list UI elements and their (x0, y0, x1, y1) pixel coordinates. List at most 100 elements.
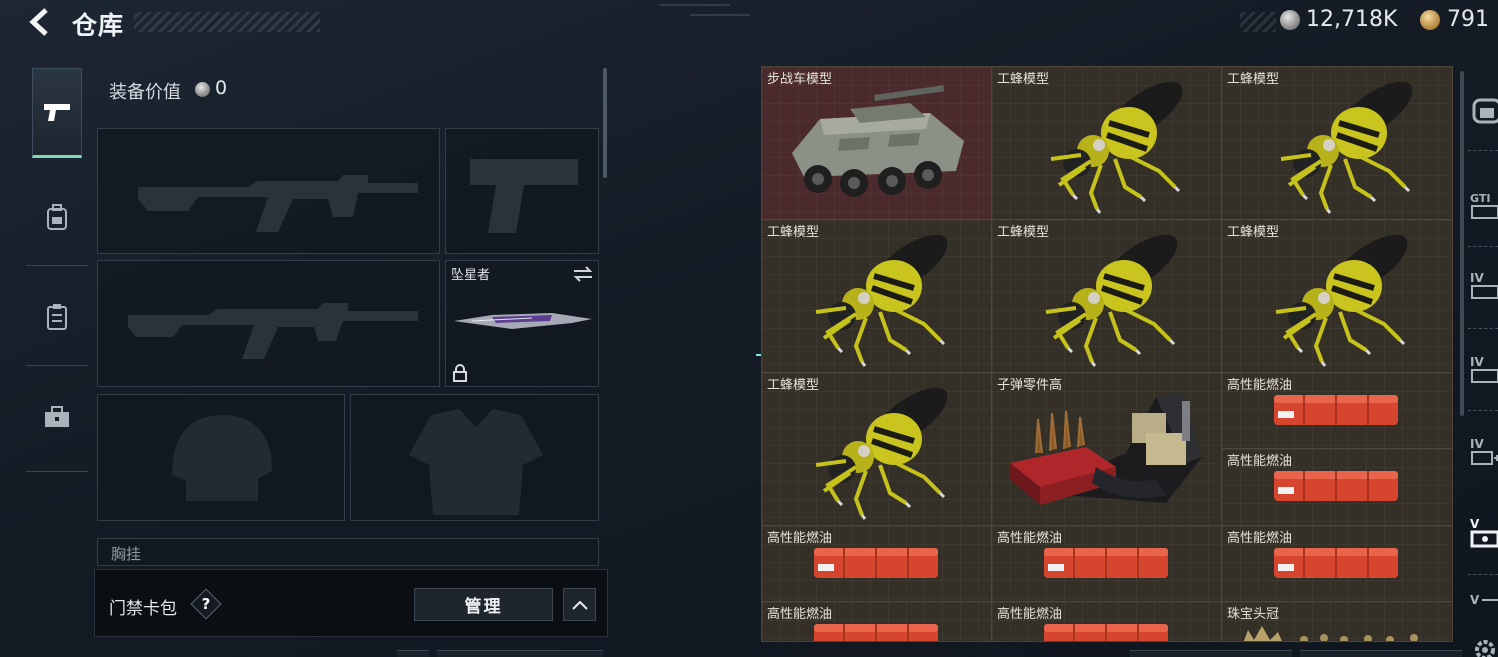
sidebar-item-toolbox[interactable] (32, 372, 82, 462)
stash-scrollbar[interactable] (1460, 71, 1464, 416)
equipment-scrollbar[interactable] (603, 68, 607, 178)
silver-coin-icon (195, 82, 210, 97)
toolbox-icon (45, 406, 69, 427)
stash-item[interactable]: 工蜂模型 (762, 220, 992, 373)
back-arrow-icon (29, 8, 48, 36)
top-bar: 仓库 12,718K 791 (0, 0, 1498, 48)
melee-weapon-name: 坠星者 (451, 268, 491, 283)
pistol-silhouette-icon (470, 159, 578, 233)
sidebar-item-backpack[interactable] (32, 172, 82, 262)
svg-text:V: V (1470, 593, 1480, 607)
stash-item[interactable]: 珠宝头冠 (1222, 602, 1452, 641)
access-card-label: 门禁卡包 (109, 599, 177, 619)
page-title: 仓库 (72, 11, 125, 40)
iv-add-tab-icon[interactable]: IV (1470, 432, 1498, 468)
fuel-canister-icon (1274, 548, 1398, 578)
sidebar-item-weapons[interactable] (32, 68, 82, 158)
body-armor-silhouette-icon (409, 409, 543, 515)
bottom-control-stub (1130, 650, 1292, 657)
stash-item[interactable]: 工蜂模型 (1222, 220, 1452, 373)
stash-item[interactable]: 高性能燃油 (762, 602, 992, 641)
sidebar-divider (26, 365, 88, 366)
worker-bee-model-icon (1280, 81, 1413, 214)
manage-button[interactable]: 管理 (414, 588, 553, 621)
stash-item[interactable]: 子弹零件高 (992, 373, 1222, 526)
help-icon[interactable]: ? (195, 593, 217, 615)
equipment-value: 0 (215, 77, 228, 99)
bottom-control-stub (437, 650, 603, 657)
falling-star-knife-icon (454, 313, 592, 329)
equipment-panel: 装备价值 0 坠星者 胸挂 (92, 66, 610, 566)
chest-rig-label: 胸挂 (111, 545, 142, 563)
armor-slot[interactable] (350, 394, 599, 521)
worker-bee-model-icon (1050, 81, 1183, 214)
tab-divider (1468, 574, 1498, 575)
helmet-slot[interactable] (97, 394, 345, 521)
sidebar-item-vest[interactable] (32, 272, 82, 362)
swap-icon[interactable] (572, 266, 594, 282)
equipment-category-sidebar (26, 62, 88, 474)
fuel-canister-icon (1274, 395, 1398, 425)
pistol-icon (44, 104, 70, 121)
stash-item[interactable]: 高性能燃油 (762, 526, 992, 602)
back-button[interactable] (24, 6, 58, 38)
svg-text:IV: IV (1470, 271, 1484, 285)
stash-grid: 步战车模型 工蜂模型 工蜂模型 工蜂模型 工蜂模型 工蜂模型 工蜂模型 子弹零件… (761, 66, 1453, 642)
tab-divider (1468, 410, 1498, 411)
iv-tab-icon[interactable]: IV (1470, 266, 1498, 302)
primary-weapon-slot-2[interactable] (97, 260, 440, 387)
chevron-up-icon (571, 600, 588, 610)
backpack-icon (47, 204, 67, 230)
stash-item[interactable]: 高性能燃油 (992, 526, 1222, 602)
stash-item[interactable]: 工蜂模型 (992, 67, 1222, 220)
melee-weapon-slot[interactable]: 坠星者 (445, 260, 599, 387)
tab-divider (1468, 150, 1498, 151)
settings-gear-icon[interactable] (1470, 632, 1498, 657)
sidebar-divider (26, 265, 88, 266)
currency-decoration (1240, 12, 1276, 32)
primary-weapon-slot-1[interactable] (97, 128, 440, 254)
fuel-canister-icon (1044, 624, 1168, 641)
svg-text:V: V (1470, 517, 1480, 531)
tab-divider (1468, 246, 1498, 247)
gold-currency-value: 791 (1447, 7, 1489, 32)
ifv-model-icon (792, 85, 964, 197)
worker-bee-model-icon (1045, 234, 1178, 367)
stash-item[interactable]: 高性能燃油 (992, 602, 1222, 641)
vehicle-tab-icon[interactable] (1470, 92, 1498, 128)
collapse-button[interactable] (563, 588, 596, 621)
bottom-control-stub (1300, 650, 1462, 657)
stash-item[interactable]: 高性能燃油 (1222, 373, 1452, 449)
stash-tab-sidebar: GTI IV IV IV V V (1458, 66, 1498, 657)
stash-item[interactable]: 工蜂模型 (992, 220, 1222, 373)
rifle-silhouette-icon (138, 175, 418, 232)
stash-item[interactable]: 高性能燃油 (1222, 449, 1452, 526)
stash-item[interactable]: 工蜂模型 (1222, 67, 1452, 220)
access-card-bar: 门禁卡包 ? 管理 (94, 569, 608, 637)
gti-tab-icon[interactable]: GTI (1470, 186, 1498, 222)
v-tab-icon[interactable]: V (1470, 514, 1498, 550)
pistol-slot[interactable] (445, 128, 599, 254)
title-decoration (134, 12, 320, 32)
stash-item[interactable]: 高性能燃油 (1222, 526, 1452, 602)
silver-coin-icon (1280, 10, 1300, 30)
svg-text:IV: IV (1470, 355, 1484, 369)
fuel-canister-icon (1274, 471, 1398, 501)
ammo-parts-crate-icon (1010, 393, 1202, 505)
lock-icon (453, 364, 467, 382)
chest-rig-slot[interactable]: 胸挂 (97, 538, 599, 566)
worker-bee-model-icon (815, 234, 948, 367)
rifle-silhouette-icon (128, 303, 418, 359)
fuel-canister-icon (814, 624, 938, 641)
bottom-control-stub (397, 650, 429, 657)
fuel-canister-icon (1044, 548, 1168, 578)
stash-item[interactable]: 步战车模型 (762, 67, 992, 220)
v-tab-icon[interactable]: V (1470, 590, 1498, 626)
vest-icon (47, 304, 67, 330)
jeweled-crown-icon (1243, 626, 1418, 641)
helmet-silhouette-icon (172, 415, 272, 501)
stash-item[interactable]: 工蜂模型 (762, 373, 992, 526)
worker-bee-model-icon (1275, 234, 1408, 367)
iv-tab-icon[interactable]: IV (1470, 350, 1498, 386)
equipment-value-header: 装备价值 0 (92, 66, 610, 116)
